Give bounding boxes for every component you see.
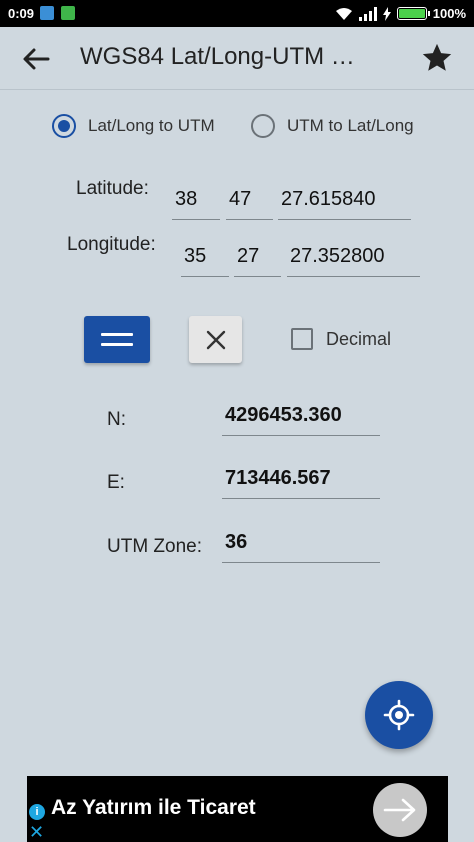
longitude-seconds-input[interactable]: 27.352800 xyxy=(287,241,420,277)
my-location-button[interactable] xyxy=(365,681,433,749)
radio-button-checked[interactable] xyxy=(52,114,76,138)
close-icon xyxy=(206,330,225,349)
status-time: 0:09 xyxy=(8,6,35,21)
easting-value[interactable]: 713446.567 xyxy=(222,463,380,499)
radio-latlong-to-utm[interactable]: Lat/Long to UTM xyxy=(52,114,215,138)
radio-label: Lat/Long to UTM xyxy=(88,116,215,135)
checkbox-box[interactable] xyxy=(291,328,313,350)
longitude-minutes-input[interactable]: 27 xyxy=(234,241,281,277)
latitude-seconds-input[interactable]: 27.615840 xyxy=(278,184,411,220)
notification-icon xyxy=(61,6,75,20)
ad-text[interactable]: Az Yatırım ile Ticaret xyxy=(51,796,256,820)
radio-label: UTM to Lat/Long xyxy=(287,116,414,135)
ad-banner[interactable]: i ✕ Az Yatırım ile Ticaret xyxy=(27,776,448,842)
battery-percent: 100% xyxy=(432,6,466,21)
signal-icon xyxy=(358,6,377,21)
longitude-degrees-input[interactable]: 35 xyxy=(181,241,229,277)
latitude-label: Latitude: xyxy=(76,178,149,199)
page-title: WGS84 Lat/Long-UTM … xyxy=(80,43,355,70)
utm-zone-label: UTM Zone: xyxy=(107,536,203,557)
battery-icon xyxy=(396,7,430,20)
latitude-minutes-input[interactable]: 47 xyxy=(226,184,273,220)
my-location-icon xyxy=(383,699,415,731)
easting-label: E: xyxy=(107,472,125,493)
close-icon[interactable]: ✕ xyxy=(29,823,44,841)
utm-zone-value[interactable]: 36 xyxy=(222,527,380,563)
usb-icon xyxy=(40,6,54,20)
info-icon[interactable]: i xyxy=(29,804,45,820)
decimal-checkbox[interactable]: Decimal xyxy=(291,328,391,350)
status-bar: 0:09 100% xyxy=(0,0,474,27)
longitude-label: Longitude: xyxy=(67,234,156,255)
northing-label: N: xyxy=(107,409,126,430)
arrow-left-icon[interactable] xyxy=(18,43,54,75)
star-icon[interactable] xyxy=(420,41,454,75)
radio-button-unchecked[interactable] xyxy=(251,114,275,138)
decimal-label: Decimal xyxy=(326,328,392,349)
latitude-degrees-input[interactable]: 38 xyxy=(172,184,220,220)
clear-button[interactable] xyxy=(189,316,242,363)
arrow-right-icon xyxy=(383,798,416,822)
charging-icon xyxy=(382,6,391,21)
northing-value[interactable]: 4296453.360 xyxy=(222,400,380,436)
radio-utm-to-latlong[interactable]: UTM to Lat/Long xyxy=(251,114,414,138)
battery-level xyxy=(398,9,425,18)
status-right: 100% xyxy=(335,6,466,21)
app-bar: WGS84 Lat/Long-UTM … xyxy=(0,27,474,90)
ad-arrow-button[interactable] xyxy=(373,783,427,837)
calculate-button[interactable] xyxy=(84,316,150,363)
wifi-icon xyxy=(335,7,352,20)
equals-icon xyxy=(101,333,133,336)
